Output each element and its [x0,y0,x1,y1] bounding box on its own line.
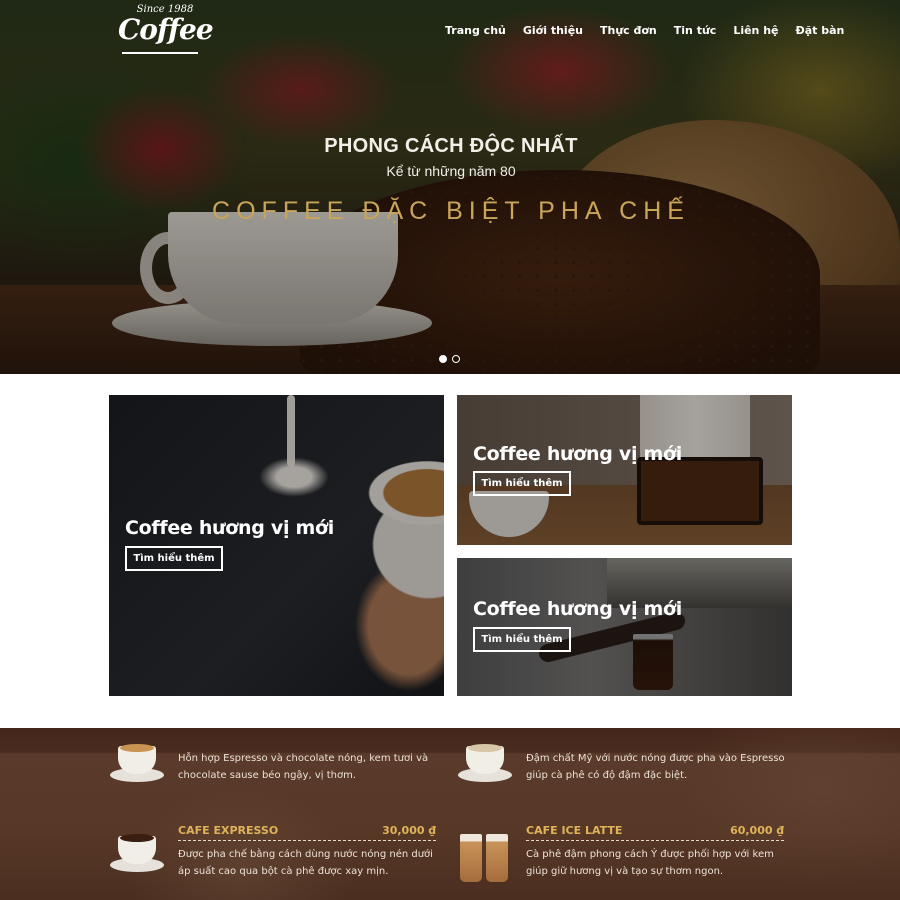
foam-shape [120,744,154,752]
menu-item-description: Cà phê đậm phong cách Ý được phối hợp vớ… [526,849,774,877]
slider-dots [439,355,460,363]
hero-subtitle: Kể từ những năm 80 [386,163,516,179]
nav-item-booking[interactable]: Đặt bàn [796,24,845,37]
foam-shape [468,744,502,752]
card-overlay [457,395,792,545]
iced-latte-icon [456,832,514,882]
feature-card-title: Coffee hương vị mới [473,443,682,465]
menu-item-price: 60,000 ₫ [730,824,784,837]
menu-item-price: 30,000 ₫ [382,824,436,837]
glass-shape [486,834,508,882]
nav-item-about[interactable]: Giới thiệu [523,24,583,37]
learn-more-button[interactable]: Tìm hiểu thêm [473,471,571,496]
mocha-cup-icon [108,742,166,792]
dashed-divider [526,840,784,841]
espresso-cup-icon [108,832,166,882]
menu-item-name: CAFE EXPRESSO [178,824,279,837]
nav-item-home[interactable]: Trang chủ [445,24,506,37]
menu-section: Hỗn hợp Espresso và chocolate nóng, kem … [0,728,900,900]
main-nav: Trang chủ Giới thiệu Thực đơn Tin tức Li… [445,24,844,37]
nav-item-contact[interactable]: Liên hệ [733,24,778,37]
americano-cup-icon [456,742,514,792]
learn-more-button[interactable]: Tìm hiểu thêm [473,627,571,652]
nav-item-news[interactable]: Tin tức [674,24,717,37]
nav-item-menu[interactable]: Thực đơn [600,24,657,37]
menu-item[interactable]: Đậm chất Mỹ với nước nóng được pha vào E… [456,744,796,810]
feature-card-top-right[interactable]: Coffee hương vị mới Tìm hiểu thêm [457,395,792,545]
feature-card-large[interactable]: Coffee hương vị mới Tìm hiểu thêm [109,395,444,696]
hero-title: PHONG CÁCH ĐỘC NHẤT [324,135,578,157]
logo-underline [122,52,198,54]
hero-slider: Since 1988 Coffee Trang chủ Giới thiệu T… [0,0,900,374]
glass-shape [460,834,482,882]
hero-tagline: COFFEE ĐẶC BIỆT PHA CHẾ [212,197,690,225]
menu-item-description: Hỗn hợp Espresso và chocolate nóng, kem … [178,753,429,781]
logo-wordmark: Coffee [118,13,214,46]
logo[interactable]: Since 1988 Coffee [118,4,214,60]
menu-item-name: CAFE ICE LATTE [526,824,623,837]
dashed-divider [178,840,436,841]
feature-card-bottom-right[interactable]: Coffee hương vị mới Tìm hiểu thêm [457,558,792,696]
menu-item-description: Đậm chất Mỹ với nước nóng được pha vào E… [526,753,785,781]
slider-dot-1[interactable] [439,355,447,363]
menu-item[interactable]: CAFE EXPRESSO 30,000 ₫ Được pha chế bằng… [108,824,448,884]
menu-item[interactable]: CAFE ICE LATTE 60,000 ₫ Cà phê đậm phong… [456,824,796,884]
feature-card-title: Coffee hương vị mới [125,517,334,539]
menu-item[interactable]: Hỗn hợp Espresso và chocolate nóng, kem … [108,744,448,810]
slider-dot-2[interactable] [452,355,460,363]
learn-more-button[interactable]: Tìm hiểu thêm [125,546,223,571]
feature-card-title: Coffee hương vị mới [473,598,682,620]
coffee-shape [120,834,154,842]
menu-item-description: Được pha chế bằng cách dùng nước nóng né… [178,849,433,877]
